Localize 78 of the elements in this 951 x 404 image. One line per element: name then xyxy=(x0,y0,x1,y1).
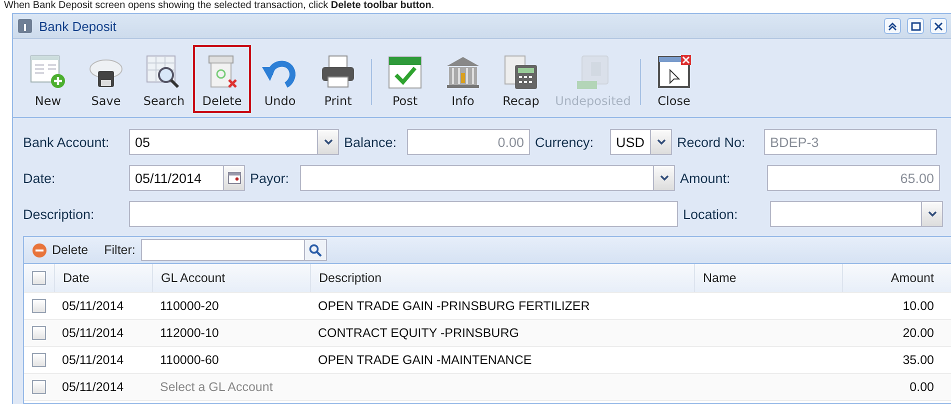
dropdown-trigger[interactable] xyxy=(653,166,674,190)
delete-row-button[interactable]: Delete xyxy=(28,242,92,258)
dropdown-field[interactable] xyxy=(300,165,675,191)
dropdown-field[interactable]: 05 xyxy=(129,129,339,155)
dropdown-field[interactable]: USD xyxy=(610,129,672,155)
dropdown-caret-icon xyxy=(324,139,332,145)
table-cell-text: CONTRACT EQUITY -PRINSBURG xyxy=(317,326,520,340)
table-cell-text: 110000-60 xyxy=(159,353,220,367)
close-icon xyxy=(934,22,943,30)
table-cell-text: 05/11/2014 xyxy=(61,299,125,313)
maximize-icon xyxy=(910,22,920,30)
dropdown-field[interactable] xyxy=(770,201,943,227)
row-checkbox[interactable] xyxy=(32,299,46,313)
calendar-icon xyxy=(228,172,240,184)
field-label: Payor: xyxy=(250,170,290,186)
column-header[interactable]: Name xyxy=(694,264,842,292)
field-label: Currency: xyxy=(535,134,595,150)
maximize-button[interactable] xyxy=(907,18,924,34)
date-picker-trigger[interactable] xyxy=(223,166,244,190)
column-header[interactable]: Description xyxy=(310,264,694,292)
dropdown-trigger[interactable] xyxy=(650,130,671,154)
toolbar-button[interactable]: Info xyxy=(434,45,492,113)
row-checkbox[interactable] xyxy=(32,326,46,340)
toolbar-button[interactable]: New xyxy=(19,45,77,113)
toolbar-button[interactable]: Save xyxy=(77,45,135,113)
field-label: Description: xyxy=(23,206,96,222)
field-label: Bank Account: xyxy=(23,134,110,150)
table-cell-text: 20.00 xyxy=(902,326,935,340)
new-document-icon xyxy=(28,53,68,91)
field-label: Amount: xyxy=(680,170,732,186)
toolbar-button[interactable]: Post xyxy=(376,45,434,113)
window-title: Bank Deposit xyxy=(39,18,118,34)
table-cell-text: 112000-10 xyxy=(159,326,220,340)
toolbar-button[interactable]: Recap xyxy=(492,45,550,113)
dropdown-trigger[interactable] xyxy=(921,202,942,226)
table-cell-text: OPEN TRADE GAIN -PRINSBURG FERTILIZER xyxy=(317,299,591,313)
grid-row[interactable]: 05/11/2014 Select a GL Account 0.00 xyxy=(24,374,951,401)
table-cell-text: OPEN TRADE GAIN -MAINTENANCE xyxy=(317,353,533,367)
column-header[interactable]: Amount xyxy=(842,264,942,292)
search-button[interactable] xyxy=(304,240,326,260)
toolbar-button[interactable]: Search xyxy=(135,45,193,113)
filter-field[interactable] xyxy=(141,239,328,261)
select-all-checkbox[interactable] xyxy=(32,271,46,285)
input-field[interactable] xyxy=(129,201,678,227)
table-cell-text: 05/11/2014 xyxy=(61,353,125,367)
toolbar-button[interactable]: Undo xyxy=(251,45,309,113)
toolbar-button[interactable]: Close xyxy=(645,45,703,113)
table-cell-text: Select a GL Account xyxy=(159,380,274,394)
row-checkbox[interactable] xyxy=(32,380,46,394)
close-button[interactable] xyxy=(930,18,947,34)
table-cell-text: 05/11/2014 xyxy=(61,326,125,340)
window-app-icon xyxy=(17,18,33,34)
field-label: Location: xyxy=(683,206,739,222)
dropdown-caret-icon xyxy=(660,175,668,181)
minus-circle-icon xyxy=(32,242,47,258)
table-cell-text: 05/11/2014 xyxy=(61,380,125,394)
table-cell-text: 110000-20 xyxy=(159,299,220,313)
dropdown-trigger[interactable] xyxy=(317,130,338,154)
grid-row[interactable]: 05/11/2014 112000-10 CONTRACT EQUITY -PRINSBURG 20.00 xyxy=(24,320,951,347)
field-label: Date: xyxy=(23,170,56,186)
dropdown-caret-icon xyxy=(656,139,666,145)
toolbar-button[interactable]: Print xyxy=(309,45,367,113)
column-header[interactable]: Date xyxy=(54,264,152,292)
dropdown-caret-icon xyxy=(928,211,936,217)
table-cell-text: 0.00 xyxy=(908,380,935,394)
filter-label: Filter: xyxy=(104,243,136,257)
collapse-icon xyxy=(888,22,897,30)
field-label: Record No: xyxy=(677,134,746,150)
row-checkbox[interactable] xyxy=(32,353,46,367)
instruction-text: When Bank Deposit screen opens showing the selected transaction, click Delete toolbar button. xyxy=(3,0,436,12)
toolbar-button[interactable]: Delete xyxy=(193,45,251,113)
search-icon xyxy=(309,244,322,256)
input-field[interactable]: 05/11/2014 xyxy=(129,165,245,191)
table-cell-text: 10.00 xyxy=(902,299,935,313)
table-cell-text: 35.00 xyxy=(902,353,935,367)
collapse-button[interactable] xyxy=(884,18,901,34)
field-label: Balance: xyxy=(344,134,398,150)
column-header[interactable]: GL Account xyxy=(152,264,310,292)
